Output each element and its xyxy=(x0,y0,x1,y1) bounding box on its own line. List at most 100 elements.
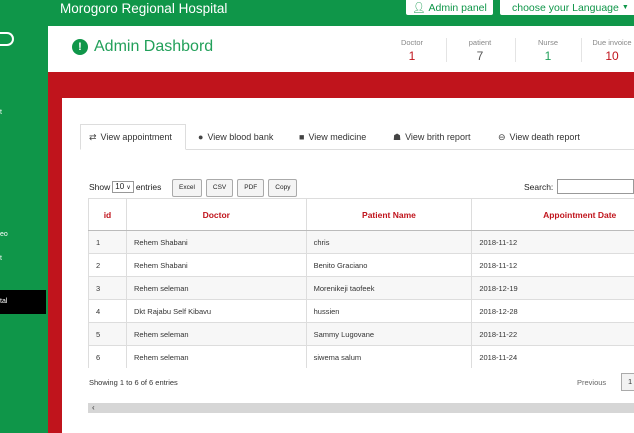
stat-value: 10 xyxy=(605,49,619,63)
cell-doctor: Rehem seleman xyxy=(125,276,307,300)
table-row: 4 Dkt Rajabu Self Kibavu hussien 2018-12… xyxy=(88,299,634,323)
exchange-icon: ⇄ xyxy=(89,131,97,142)
column-header-appointment-date[interactable]: Appointment Date xyxy=(471,198,634,231)
appointments-table-container: id Doctor Patient Name Appointment Date … xyxy=(88,198,634,368)
stat-label: Doctor xyxy=(400,38,424,47)
stat-value: 7 xyxy=(476,49,484,63)
cell-date: 2018-11-24 xyxy=(471,345,634,368)
cell-patient: chris xyxy=(305,230,473,254)
cell-doctor: Rehem seleman xyxy=(125,345,307,368)
sidebar-item[interactable]: t xyxy=(0,254,2,263)
table-row: 6 Rehem seleman siwema salum 2018-11-24 xyxy=(88,345,634,368)
stat-nurse: Nurse 1 xyxy=(522,38,574,64)
tab-view-birth-report[interactable]: ☗ View brith report xyxy=(393,124,470,150)
appointments-table: id Doctor Patient Name Appointment Date … xyxy=(88,198,634,368)
pdf-button[interactable]: PDF xyxy=(237,179,265,197)
export-buttons: Excel CSV PDF Copy xyxy=(172,179,298,197)
entries-label: entries xyxy=(135,182,162,192)
cell-doctor: Dkt Rajabu Self Kibavu xyxy=(125,299,307,323)
cell-patient: Sammy Lugovane xyxy=(305,322,473,346)
stat-value: 1 xyxy=(544,49,552,63)
cell-id: 6 xyxy=(88,345,127,368)
tab-label: View medicine xyxy=(308,132,367,142)
app-title: Morogoro Regional Hospital xyxy=(60,1,228,16)
cell-date: 2018-11-22 xyxy=(471,322,634,346)
stat-divider xyxy=(515,38,516,62)
minus-circle-icon: ⊖ xyxy=(498,131,506,142)
cell-id: 4 xyxy=(88,299,127,323)
admin-panel-label: Admin panel xyxy=(428,1,487,14)
table-row: 1 Rehem Shabani chris 2018-11-12 xyxy=(88,230,634,254)
sidebar-logo-icon xyxy=(0,32,14,46)
table-info: Showing 1 to 6 of 6 entries xyxy=(89,378,178,387)
sidebar-item-active[interactable]: tal xyxy=(0,290,46,314)
chevron-down-icon: ∨ xyxy=(126,185,131,191)
horizontal-scrollbar[interactable]: ‹ xyxy=(88,403,634,413)
sidebar-item[interactable]: eo xyxy=(0,230,8,239)
entries-select-value: 10 xyxy=(115,182,125,191)
caret-down-icon: ▼ xyxy=(621,4,629,11)
admin-panel-button[interactable]: 👤︎ Admin panel xyxy=(406,0,493,15)
cell-date: 2018-12-19 xyxy=(471,276,634,300)
tab-view-blood-bank[interactable]: ● View blood bank xyxy=(198,124,273,150)
show-label: Show xyxy=(89,182,111,192)
page-1-button[interactable]: 1 xyxy=(621,373,634,391)
table-row: 5 Rehem seleman Sammy Lugovane 2018-11-2… xyxy=(88,322,634,346)
stat-label: Nurse xyxy=(537,38,558,47)
cell-id: 5 xyxy=(88,322,127,346)
search-input[interactable] xyxy=(557,179,634,194)
alert-icon: ! xyxy=(72,39,88,55)
column-header-doctor[interactable]: Doctor xyxy=(125,198,307,231)
tab-bar: ⇄ View appointment ● View blood bank ■ V… xyxy=(80,124,634,150)
show-entries: Show 10 ∨ entries xyxy=(89,181,161,193)
cell-doctor: Rehem seleman xyxy=(125,322,307,346)
table-row: 3 Rehem seleman Morenikeji taofeek 2018-… xyxy=(88,276,634,300)
copy-button[interactable]: Copy xyxy=(268,179,298,197)
column-header-id[interactable]: id xyxy=(88,198,127,231)
page-title: Admin Dashbord xyxy=(94,38,214,55)
stat-due-invoice: Due invoice 10 xyxy=(586,38,634,64)
cell-patient: siwema salum xyxy=(305,345,473,368)
tab-label: View death report xyxy=(509,132,580,142)
top-bar: Morogoro Regional Hospital 👤︎ Admin pane… xyxy=(0,0,634,22)
tab-view-medicine[interactable]: ■ View medicine xyxy=(299,124,366,150)
cell-patient: Benito Graciano xyxy=(305,253,473,277)
drop-icon: ● xyxy=(198,132,204,142)
table-row: 2 Rehem Shabani Benito Graciano 2018-11-… xyxy=(88,253,634,277)
user-icon: 👤︎ xyxy=(412,2,426,14)
tab-view-death-report[interactable]: ⊖ View death report xyxy=(498,124,580,150)
cell-date: 2018-11-12 xyxy=(471,253,634,277)
cell-doctor: Rehem Shabani xyxy=(125,230,307,254)
cell-id: 1 xyxy=(88,230,127,254)
excel-button[interactable]: Excel xyxy=(172,179,202,197)
tab-label: View blood bank xyxy=(207,132,274,142)
search-label: Search: xyxy=(524,182,554,192)
cell-id: 2 xyxy=(88,253,127,277)
cell-date: 2018-12-28 xyxy=(471,299,634,323)
plus-square-icon: ■ xyxy=(299,132,305,142)
stat-doctor: Doctor 1 xyxy=(386,38,438,64)
stat-label: Due invoice xyxy=(592,38,632,47)
cell-id: 3 xyxy=(88,276,127,300)
stat-divider xyxy=(581,38,582,62)
language-dropdown[interactable]: choose your Language ▼ xyxy=(500,0,634,15)
tab-view-appointment[interactable]: ⇄ View appointment xyxy=(80,124,186,150)
scroll-left-icon[interactable]: ‹ xyxy=(92,403,95,413)
cell-patient: Morenikeji taofeek xyxy=(305,276,473,300)
cell-patient: hussien xyxy=(305,299,473,323)
entries-select[interactable]: 10 ∨ xyxy=(112,181,134,193)
stat-value: 1 xyxy=(408,49,416,63)
stat-label: patient xyxy=(468,38,492,47)
cell-doctor: Rehem Shabani xyxy=(125,253,307,277)
previous-button[interactable]: Previous xyxy=(577,378,606,387)
stat-patient: patient 7 xyxy=(454,38,506,64)
dashboard-header: ! Admin Dashbord Doctor 1 patient 7 Nurs… xyxy=(48,26,634,72)
column-header-patient-name[interactable]: Patient Name xyxy=(305,198,473,231)
sidebar-item[interactable]: t xyxy=(0,108,2,117)
stat-divider xyxy=(446,38,447,62)
csv-button[interactable]: CSV xyxy=(205,179,234,197)
sidebar: t eo t tal xyxy=(0,22,46,433)
tab-label: View brith report xyxy=(405,132,471,142)
tab-label: View appointment xyxy=(100,132,172,142)
language-label: choose your Language xyxy=(512,1,619,14)
